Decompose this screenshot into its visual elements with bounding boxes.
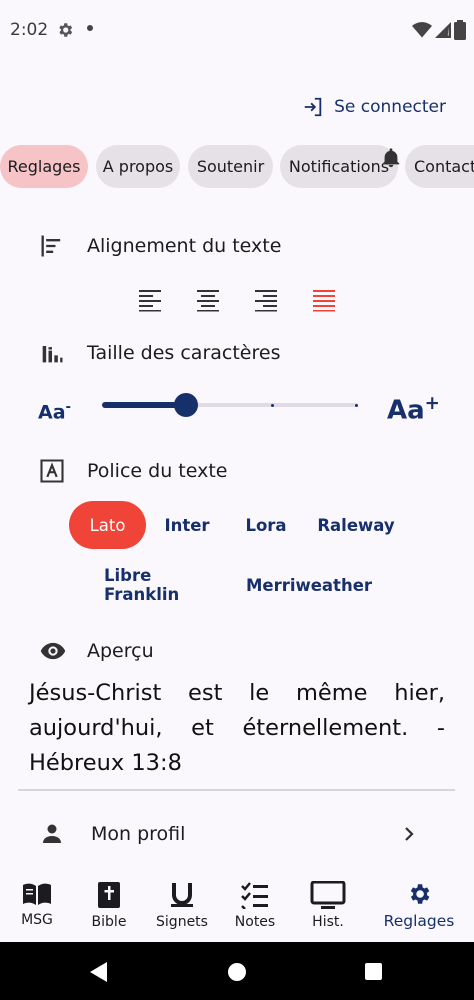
notification-dot-icon bbox=[87, 25, 93, 31]
gear-icon bbox=[410, 884, 430, 904]
profile-label: Mon profil bbox=[91, 823, 186, 845]
font-option-lato[interactable]: Lato bbox=[69, 501, 146, 549]
align-right-button-icon[interactable] bbox=[253, 287, 279, 313]
person-icon bbox=[43, 824, 61, 843]
home-icon[interactable] bbox=[228, 963, 246, 981]
preview-text: Jésus-Christ est le même hier, aujourd'h… bbox=[29, 680, 445, 776]
nav-reglages[interactable]: Reglages bbox=[384, 881, 454, 930]
chevron-right-icon[interactable] bbox=[400, 824, 418, 844]
slider-tick bbox=[355, 404, 358, 407]
recents-icon[interactable] bbox=[365, 963, 382, 980]
nav-bible[interactable]: Bible bbox=[74, 881, 144, 930]
status-time: 2:02 bbox=[10, 20, 49, 40]
alignment-section-header: Alignement du texte bbox=[38, 232, 281, 260]
status-bar: 2:02 bbox=[0, 0, 474, 60]
bookmark-u-icon bbox=[171, 883, 193, 907]
bible-icon bbox=[98, 882, 120, 908]
nav-msg-label: MSG bbox=[21, 912, 53, 928]
nav-notes-label: Notes bbox=[234, 914, 276, 930]
nav-msg[interactable]: MSG bbox=[2, 881, 72, 928]
nav-signets[interactable]: Signets bbox=[147, 881, 217, 930]
align-justify-button-icon[interactable] bbox=[311, 287, 337, 313]
tab-bar: Reglages A propos Soutenir Notifications… bbox=[0, 145, 474, 189]
font-section-header: Police du texte bbox=[38, 457, 227, 485]
align-left-button-icon[interactable] bbox=[137, 287, 163, 313]
nav-hist-label: Hist. bbox=[312, 914, 344, 930]
login-button[interactable]: Se connecter bbox=[302, 96, 446, 118]
tab-soutenir[interactable]: Soutenir bbox=[188, 145, 273, 188]
slider-tick bbox=[271, 404, 274, 407]
font-option-libre-franklin[interactable]: Libre Franklin bbox=[104, 561, 230, 609]
status-icons bbox=[412, 20, 466, 40]
font-option-merriweather[interactable]: Merriweather bbox=[245, 561, 373, 609]
eye-icon bbox=[40, 642, 66, 660]
preview-title: Aperçu bbox=[87, 640, 154, 662]
align-center-button-icon[interactable] bbox=[195, 287, 221, 313]
book-open-icon bbox=[23, 883, 51, 905]
nav-notes[interactable]: Notes bbox=[220, 881, 290, 930]
nav-signets-label: Signets bbox=[156, 914, 208, 930]
signal-icon bbox=[435, 22, 451, 38]
tab-reglages[interactable]: Reglages bbox=[0, 145, 88, 188]
login-label: Se connecter bbox=[334, 97, 446, 117]
monitor-icon bbox=[310, 881, 346, 909]
nav-hist[interactable]: Hist. bbox=[293, 881, 363, 930]
battery-icon bbox=[454, 20, 466, 40]
align-left-icon bbox=[41, 235, 61, 257]
font-size-section-header: Taille des caractères bbox=[38, 339, 280, 367]
profile-row[interactable]: Mon profil bbox=[40, 815, 420, 853]
font-size-slider-thumb[interactable] bbox=[174, 393, 199, 417]
bottom-navigation: MSG Bible Signets Notes Hist. Reglages bbox=[0, 873, 474, 942]
divider bbox=[18, 789, 455, 791]
bell-icon bbox=[382, 148, 400, 168]
tab-contact[interactable]: Contact bbox=[405, 145, 474, 188]
nav-bible-label: Bible bbox=[91, 914, 127, 930]
checklist-icon bbox=[241, 882, 268, 909]
nav-reglages-label: Reglages bbox=[383, 912, 455, 930]
tab-a-propos[interactable]: A propos bbox=[96, 145, 180, 188]
gear-icon bbox=[56, 21, 74, 44]
login-icon bbox=[304, 97, 322, 117]
font-box-icon bbox=[40, 459, 64, 483]
back-icon[interactable] bbox=[90, 962, 108, 982]
wifi-icon bbox=[412, 22, 432, 38]
bar-chart-icon bbox=[42, 346, 63, 363]
font-size-small-label[interactable]: Aa- bbox=[38, 400, 71, 423]
font-size-title: Taille des caractères bbox=[87, 342, 281, 364]
font-option-lora[interactable]: Lora bbox=[236, 501, 296, 549]
font-option-raleway[interactable]: Raleway bbox=[309, 501, 403, 549]
preview-section-header: Aperçu bbox=[38, 637, 154, 665]
font-option-inter[interactable]: Inter bbox=[155, 501, 219, 549]
font-size-large-label[interactable]: Aa+ bbox=[387, 393, 440, 426]
system-navigation-bar bbox=[0, 942, 474, 1000]
alignment-title: Alignement du texte bbox=[87, 235, 282, 257]
font-title: Police du texte bbox=[87, 460, 228, 482]
